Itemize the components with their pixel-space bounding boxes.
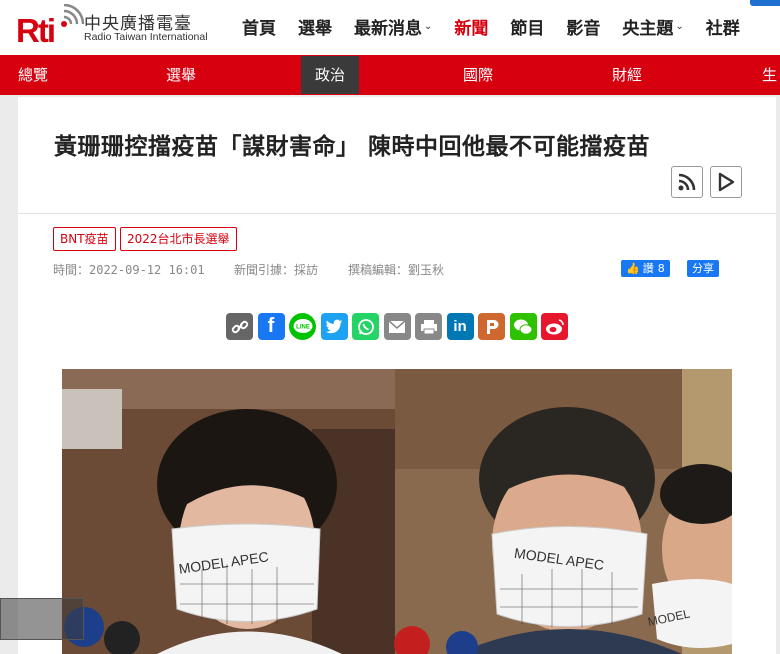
subnav-life[interactable]: 生 (762, 55, 777, 95)
article-card: 黃珊珊控擋疫苗「謀財害命」 陳時中回他最不可能擋疫苗 BNT疫苗 2022台北市… (18, 97, 776, 654)
nav-media[interactable]: 影音 (566, 14, 600, 39)
facebook-like-button[interactable]: 👍 讚 8 (621, 260, 670, 277)
subnav-politics[interactable]: 政治 (301, 56, 360, 94)
play-button[interactable] (710, 166, 742, 198)
linkedin-icon[interactable]: in (446, 313, 474, 340)
logo-english-name: Radio Taiwan International (84, 31, 208, 43)
plurk-icon[interactable] (478, 313, 505, 340)
corner-button[interactable] (750, 0, 780, 6)
email-icon[interactable] (383, 313, 411, 340)
twitter-icon[interactable] (320, 313, 348, 340)
article-title: 黃珊珊控擋疫苗「謀財害命」 陳時中回他最不可能擋疫苗 (54, 134, 651, 160)
divider (18, 213, 776, 214)
logo-rti-text: Rti (16, 12, 56, 49)
subnav-international[interactable]: 國際 (463, 55, 493, 95)
print-icon[interactable] (415, 313, 442, 340)
tag-bnt-vaccine[interactable]: BNT疫苗 (53, 227, 116, 251)
copy-link-icon[interactable] (226, 313, 253, 340)
subnav-election[interactable]: 選舉 (166, 55, 196, 95)
category-nav: 總覽 選舉 政治 國際 財經 生 (0, 55, 780, 95)
whatsapp-icon[interactable] (352, 313, 379, 340)
editor: 撰稿編輯：劉玉秋 (348, 263, 445, 277)
subnav-finance[interactable]: 財經 (612, 55, 642, 95)
nav-news[interactable]: 新聞 (454, 14, 488, 39)
nav-election[interactable]: 選舉 (298, 14, 332, 39)
rss-button[interactable] (671, 166, 703, 198)
nav-latest[interactable]: 最新消息 ⌄ (354, 14, 432, 39)
line-icon[interactable]: LINE (289, 313, 316, 340)
floating-overlay (0, 598, 84, 640)
publish-time: 時間：2022-09-12 16:01 (53, 263, 205, 277)
nav-social[interactable]: 社群 (706, 14, 740, 39)
svg-text:LINE: LINE (296, 324, 310, 330)
nav-topics[interactable]: 央主題 ⌄ (622, 14, 683, 39)
site-header: Rti 中央廣播電臺 Radio Taiwan International 首頁… (0, 0, 780, 55)
chevron-down-icon: ⌄ (424, 21, 433, 32)
thumbs-up-icon: 👍 (626, 262, 640, 275)
main-nav: 首頁 選舉 最新消息 ⌄ 新聞 節目 影音 央主題 ⌄ 社群 (242, 14, 762, 39)
facebook-icon[interactable]: f (257, 313, 285, 340)
tag-taipei-election[interactable]: 2022台北市長選舉 (120, 227, 237, 251)
weibo-icon[interactable] (541, 313, 568, 340)
share-bar: f LINE in (226, 313, 573, 340)
nav-programs[interactable]: 節目 (510, 14, 544, 39)
chevron-down-icon: ⌄ (675, 21, 684, 32)
subnav-overview[interactable]: 總覽 (18, 55, 48, 95)
rss-icon (678, 173, 696, 191)
article-photo: MODEL APEC MODEL APEC MODEL (62, 369, 732, 654)
site-logo[interactable]: Rti 中央廣播電臺 Radio Taiwan International (16, 4, 226, 49)
nav-home[interactable]: 首頁 (242, 14, 276, 39)
facebook-share-button[interactable]: 分享 (687, 260, 719, 277)
play-icon (718, 172, 735, 192)
news-source: 新聞引據：採訪 (234, 263, 319, 277)
wechat-icon[interactable] (509, 313, 537, 340)
